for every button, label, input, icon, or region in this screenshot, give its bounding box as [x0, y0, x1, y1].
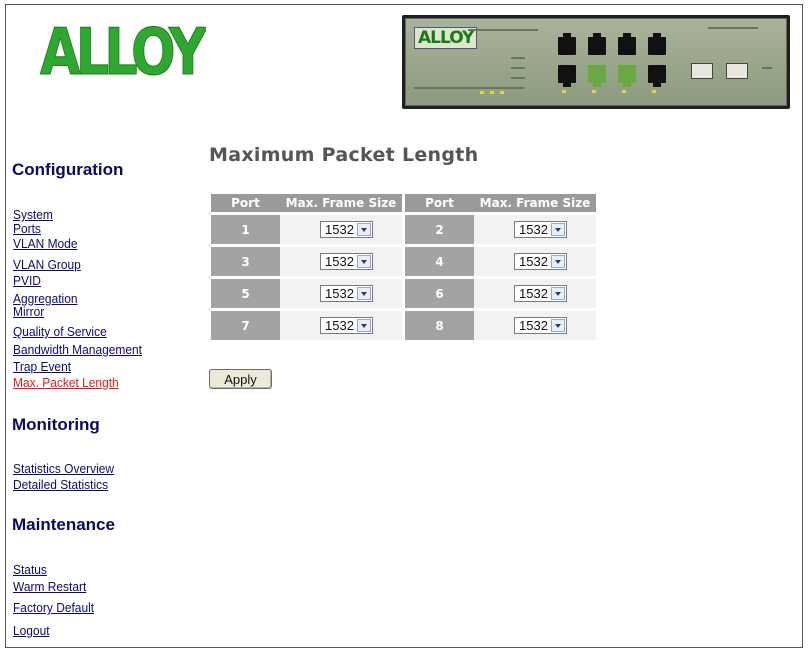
nav-link-ports[interactable]: Ports: [13, 222, 41, 235]
port-number: 7: [211, 311, 280, 340]
chevron-down-icon[interactable]: [550, 222, 565, 236]
column-header-max-frame-size: Max. Frame Size: [474, 194, 596, 212]
nav-link-logout[interactable]: Logout: [13, 624, 50, 637]
port-number: 6: [405, 279, 474, 308]
frame-size-value: 1532: [325, 317, 354, 333]
frame-size-select-port-8[interactable]: 1532: [513, 316, 567, 334]
logo-text: ALLOY: [40, 16, 206, 82]
table-row: 5 1532 6 1532: [211, 279, 596, 308]
sfp-port-1-icon: [691, 63, 713, 79]
frame-size-value: 1532: [325, 253, 354, 269]
frame-size-select-port-6[interactable]: 1532: [513, 284, 567, 302]
port-number: 8: [405, 311, 474, 340]
alloy-logo: ALLOY: [40, 16, 207, 83]
section-heading-maintenance: Maintenance: [12, 515, 115, 534]
nav-link-detailed-statistics[interactable]: Detailed Statistics: [13, 478, 108, 491]
nav-link-factory-default[interactable]: Factory Default: [13, 601, 94, 614]
nav-link-mirror[interactable]: Mirror: [13, 305, 44, 318]
chevron-down-icon[interactable]: [356, 318, 371, 332]
port-1-icon: [558, 33, 576, 55]
port-7-icon: [648, 33, 666, 55]
nav-link-status[interactable]: Status: [13, 563, 47, 576]
device-image: ALLOY: [402, 15, 790, 109]
chevron-down-icon[interactable]: [550, 286, 565, 300]
port-number: 3: [211, 247, 280, 276]
frame-size-select-port-2[interactable]: 1532: [513, 220, 567, 238]
section-heading-monitoring: Monitoring: [12, 415, 100, 434]
port-6-icon: [618, 65, 636, 87]
sfp-port-2-icon: [726, 63, 748, 79]
nav-link-pvid[interactable]: PVID: [13, 274, 41, 287]
port-number: 1: [211, 215, 280, 244]
column-header-max-frame-size: Max. Frame Size: [280, 194, 402, 212]
chevron-down-icon[interactable]: [356, 254, 371, 268]
frame-size-value: 1532: [519, 317, 548, 333]
column-header-port: Port: [211, 194, 280, 212]
table-row: 3 1532 4 1532: [211, 247, 596, 276]
nav-link-trap-event[interactable]: Trap Event: [13, 360, 71, 373]
nav-link-bandwidth-management[interactable]: Bandwidth Management: [13, 343, 142, 356]
chevron-down-icon[interactable]: [550, 254, 565, 268]
chevron-down-icon[interactable]: [356, 222, 371, 236]
port-3-icon: [588, 33, 606, 55]
port-2-icon: [558, 65, 576, 87]
nav-link-system[interactable]: System: [13, 208, 53, 221]
port-5-icon: [618, 33, 636, 55]
chevron-down-icon[interactable]: [356, 286, 371, 300]
frame-size-select-port-7[interactable]: 1532: [319, 316, 373, 334]
port-number: 4: [405, 247, 474, 276]
table-row: 7 1532 8 1532: [211, 311, 596, 340]
table-row: 1 1532 2 1532: [211, 215, 596, 244]
column-header-port: Port: [405, 194, 474, 212]
nav-link-statistics-overview[interactable]: Statistics Overview: [13, 462, 114, 475]
frame-size-select-port-4[interactable]: 1532: [513, 252, 567, 270]
chevron-down-icon[interactable]: [550, 318, 565, 332]
apply-button[interactable]: Apply: [209, 369, 272, 389]
frame-size-value: 1532: [519, 253, 548, 269]
nav-link-vlan-mode[interactable]: VLAN Mode: [13, 237, 77, 250]
frame-size-value: 1532: [325, 221, 354, 237]
nav-link-vlan-group[interactable]: VLAN Group: [13, 258, 81, 271]
frame-size-value: 1532: [519, 285, 548, 301]
nav-link-quality-of-service[interactable]: Quality of Service: [13, 325, 107, 338]
port-number: 2: [405, 215, 474, 244]
frame-size-select-port-1[interactable]: 1532: [319, 220, 373, 238]
page-title: Maximum Packet Length: [209, 144, 479, 166]
frame-size-select-port-3[interactable]: 1532: [319, 252, 373, 270]
max-frame-size-table: Port Max. Frame Size Port Max. Frame Siz…: [211, 194, 596, 340]
nav-link-max-packet-length[interactable]: Max. Packet Length: [13, 376, 119, 389]
port-number: 5: [211, 279, 280, 308]
port-8-icon: [648, 65, 666, 87]
frame-size-value: 1532: [325, 285, 354, 301]
section-heading-configuration: Configuration: [12, 160, 124, 179]
port-4-icon: [588, 65, 606, 87]
table-header-row: Port Max. Frame Size Port Max. Frame Siz…: [211, 194, 596, 212]
frame-size-select-port-5[interactable]: 1532: [319, 284, 373, 302]
frame-size-value: 1532: [519, 221, 548, 237]
nav-link-warm-restart[interactable]: Warm Restart: [13, 580, 86, 593]
